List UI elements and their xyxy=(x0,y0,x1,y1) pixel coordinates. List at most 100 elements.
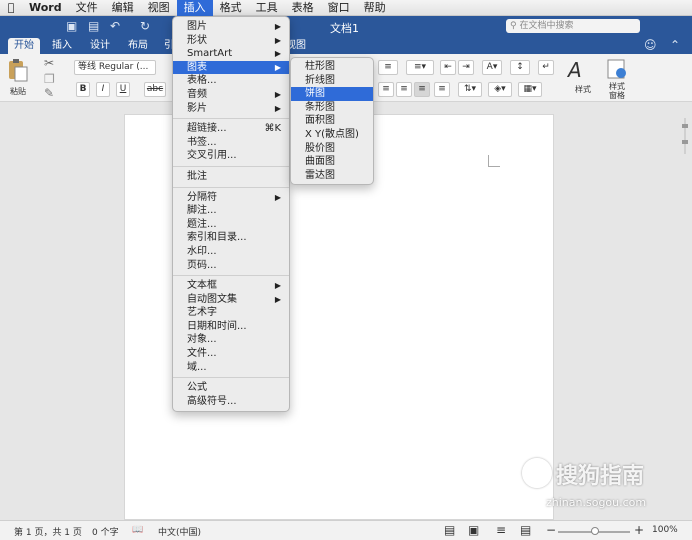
insert-menu-item[interactable]: 影片 ▶ xyxy=(173,102,289,116)
insert-menu-item[interactable]: 日期和时间... xyxy=(173,320,289,334)
borders-button[interactable]: ▦▾ xyxy=(518,82,542,97)
chart-type-item[interactable]: X Y(散点图) xyxy=(291,128,373,142)
numbering-button[interactable]: ≡▾ xyxy=(406,60,434,75)
tab-insert[interactable]: 插入 xyxy=(46,38,78,54)
insert-menu-item[interactable]: 题注... xyxy=(173,218,289,232)
insert-menu-item[interactable]: 高级符号... xyxy=(173,395,289,409)
redo-icon[interactable]: ↻ xyxy=(140,19,150,33)
page-count[interactable]: 第 1 页，共 1 页 xyxy=(14,525,82,538)
insert-menu-item[interactable]: 艺术字 xyxy=(173,306,289,320)
draft-view-icon[interactable]: ▤ xyxy=(520,523,531,537)
cut-icon[interactable]: ✂ xyxy=(44,56,54,70)
zoom-out-button[interactable]: − xyxy=(546,523,556,537)
insert-menu-item[interactable]: 域... xyxy=(173,361,289,375)
chart-type-item[interactable]: 饼图 xyxy=(291,87,373,101)
insert-menu-item[interactable]: 音频 ▶ xyxy=(173,88,289,102)
undo-icon[interactable]: ↶ xyxy=(110,19,120,33)
sogou-logo-icon xyxy=(522,458,552,488)
chart-type-item[interactable]: 折线图 xyxy=(291,74,373,88)
menu-format[interactable]: 格式 xyxy=(213,0,249,16)
insert-menu-item[interactable]: 表格... xyxy=(173,74,289,88)
web-layout-icon[interactable]: ▣ xyxy=(468,523,479,537)
insert-menu-item[interactable]: 对象... xyxy=(173,333,289,347)
zoom-in-button[interactable]: + xyxy=(634,523,644,537)
insert-menu-item[interactable]: 形状 ▶ xyxy=(173,34,289,48)
print-layout-icon[interactable]: ▤ xyxy=(444,523,455,537)
collapse-ribbon-icon[interactable]: ⌃ xyxy=(670,38,680,52)
menu-table[interactable]: 表格 xyxy=(285,0,321,16)
insert-menu-item[interactable]: 交叉引用... xyxy=(173,149,289,163)
chart-type-item[interactable]: 股价图 xyxy=(291,142,373,156)
align-center-button[interactable]: ≡ xyxy=(378,82,394,97)
shading-button[interactable]: ◈▾ xyxy=(488,82,512,97)
menu-file[interactable]: 文件 xyxy=(69,0,105,16)
insert-menu-item[interactable]: 批注 xyxy=(173,170,289,184)
menu-insert[interactable]: 插入 xyxy=(176,0,213,16)
insert-menu-item[interactable]: 文本框 ▶ xyxy=(173,279,289,293)
insert-menu-item[interactable]: 脚注... xyxy=(173,204,289,218)
insert-menu-item-label: 题注... xyxy=(187,218,217,230)
paste-button[interactable] xyxy=(6,58,28,82)
justify-button[interactable]: ≡ xyxy=(414,82,430,97)
menu-edit[interactable]: 编辑 xyxy=(105,0,141,16)
bold-button[interactable]: B xyxy=(76,82,90,97)
insert-menu-item[interactable]: 文件... xyxy=(173,347,289,361)
format-painter-icon[interactable]: ✎ xyxy=(44,86,54,100)
sort-button[interactable]: A▾ xyxy=(482,60,502,75)
line-spacing-button[interactable]: ⇅▾ xyxy=(458,82,482,97)
smiley-icon[interactable]: ☺ xyxy=(644,38,657,52)
zoom-level[interactable]: 100% xyxy=(652,525,678,535)
apple-icon[interactable]:  xyxy=(0,1,22,14)
insert-menu-item[interactable]: 自动图文集 ▶ xyxy=(173,293,289,307)
styles-icon[interactable]: A xyxy=(568,58,596,84)
insert-menu-item[interactable]: SmartArt ▶ xyxy=(173,47,289,61)
sidebar-toggle-icon[interactable]: ▣ xyxy=(66,19,77,33)
search-input[interactable]: ⚲ 在文档中搜索 xyxy=(506,19,640,33)
insert-menu-item[interactable]: 水印... xyxy=(173,245,289,259)
insert-menu-item[interactable]: 图片 ▶ xyxy=(173,20,289,34)
chart-type-item[interactable]: 条形图 xyxy=(291,101,373,115)
language-indicator[interactable]: 中文(中国) xyxy=(158,525,201,538)
insert-menu-item[interactable]: 书签... xyxy=(173,136,289,150)
proofing-icon[interactable]: 📖 xyxy=(132,525,143,535)
tab-design[interactable]: 设计 xyxy=(84,38,116,54)
show-marks-button[interactable]: ↵ xyxy=(538,60,554,75)
strikethrough-button[interactable]: abc xyxy=(144,82,166,97)
menu-word[interactable]: Word xyxy=(22,0,69,16)
styles-label: 样式 xyxy=(575,85,591,94)
menu-tools[interactable]: 工具 xyxy=(249,0,285,16)
align-right-button[interactable]: ≡ xyxy=(396,82,412,97)
styles-pane-icon[interactable] xyxy=(606,58,628,80)
chart-type-item[interactable]: 雷达图 xyxy=(291,169,373,183)
menu-window[interactable]: 窗口 xyxy=(321,0,357,16)
tab-layout[interactable]: 布局 xyxy=(122,38,154,54)
insert-menu-item[interactable]: 图表 ▶ xyxy=(173,60,289,75)
save-icon[interactable]: ▤ xyxy=(88,19,99,33)
insert-menu-item[interactable]: 页码... xyxy=(173,259,289,273)
insert-menu-item[interactable]: 超链接... ⌘K xyxy=(173,122,289,136)
chart-type-item[interactable]: 面积图 xyxy=(291,114,373,128)
word-count[interactable]: 0 个字 xyxy=(92,525,119,538)
increase-indent-button[interactable]: ⇥ xyxy=(458,60,474,75)
chart-type-item[interactable]: 柱形图 xyxy=(291,60,373,74)
italic-button[interactable]: I xyxy=(96,82,110,97)
vertical-scrollbar[interactable] xyxy=(681,116,689,156)
insert-menu-item[interactable]: 分隔符 ▶ xyxy=(173,191,289,205)
menu-help[interactable]: 帮助 xyxy=(357,0,393,16)
tab-home[interactable]: 开始 xyxy=(8,38,40,54)
menu-view[interactable]: 视图 xyxy=(141,0,177,16)
outline-view-icon[interactable]: ≡ xyxy=(496,523,506,537)
font-name-select[interactable]: 等线 Regular (... xyxy=(74,60,156,75)
search-icon: ⚲ xyxy=(510,21,517,31)
underline-button[interactable]: U xyxy=(116,82,130,97)
zoom-slider-handle[interactable] xyxy=(591,527,599,535)
insert-menu-item[interactable]: 索引和目录... xyxy=(173,231,289,245)
sort-az-button[interactable]: ↕ xyxy=(510,60,530,75)
copy-icon[interactable]: ❐ xyxy=(44,72,55,86)
bullets-button[interactable]: ≡ xyxy=(378,60,398,75)
decrease-indent-button[interactable]: ⇤ xyxy=(440,60,456,75)
insert-menu-item[interactable]: 公式 xyxy=(173,381,289,395)
distributed-button[interactable]: ≡ xyxy=(434,82,450,97)
zoom-slider[interactable] xyxy=(558,527,630,535)
chart-type-item[interactable]: 曲面图 xyxy=(291,155,373,169)
